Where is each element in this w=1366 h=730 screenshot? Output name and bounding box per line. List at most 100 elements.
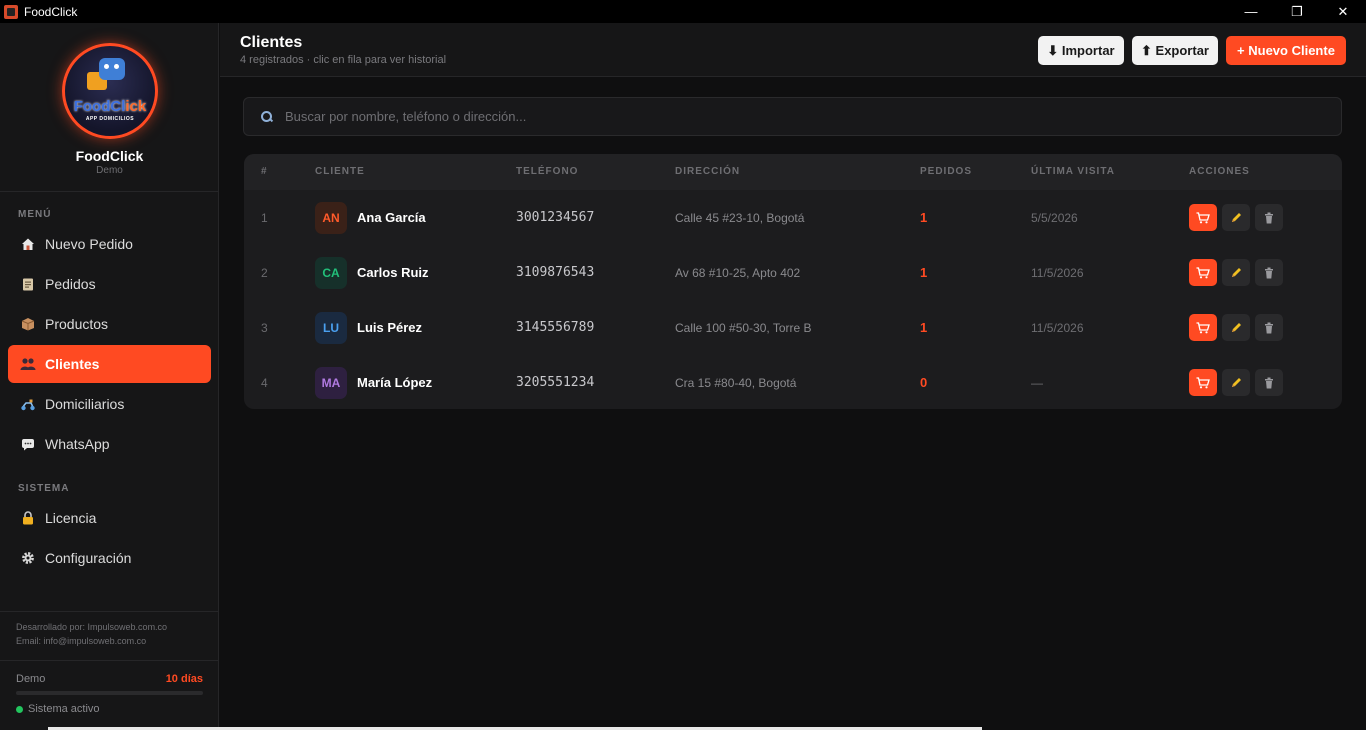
system-status: Sistema activo — [16, 703, 100, 715]
table-row[interactable]: 1 AN Ana García 3001234567 Calle 45 #23-10, … — [244, 190, 1342, 245]
client-phone: 3109876543 — [516, 265, 595, 280]
box-icon — [20, 316, 36, 332]
delete-button[interactable] — [1255, 259, 1283, 286]
sidebar-item-whatsapp[interactable]: WhatsApp — [8, 425, 211, 463]
row-actions — [1189, 300, 1288, 355]
trash-icon — [1263, 322, 1275, 334]
close-button[interactable]: ✕ — [1320, 0, 1366, 23]
client-phone: 3145556789 — [516, 320, 595, 335]
cart-icon — [1196, 266, 1210, 279]
client-address: Cra 15 #80-40, Bogotá — [675, 375, 797, 390]
client-name: Carlos Ruiz — [357, 265, 429, 280]
delete-button[interactable] — [1255, 369, 1283, 396]
sidebar-item-pedidos[interactable]: Pedidos — [8, 265, 211, 303]
developer-info: Desarrollado por: Impulsoweb.com.co Emai… — [16, 620, 167, 648]
new-order-button[interactable] — [1189, 259, 1217, 286]
avatar: MA — [315, 366, 347, 399]
client-cell: CA Carlos Ruiz — [315, 245, 429, 300]
days-remaining: 10 días — [165, 673, 203, 685]
app-icon — [4, 4, 18, 19]
row-number: 3 — [261, 320, 268, 335]
minimize-button[interactable]: — — [1228, 0, 1274, 23]
sidebar-item-licencia[interactable]: Licencia — [8, 499, 211, 537]
row-actions — [1189, 355, 1288, 409]
client-address: Av 68 #10-25, Apto 402 — [675, 265, 801, 280]
table-row[interactable]: 3 LU Luis Pérez 3145556789 Calle 100 #50-30,… — [244, 300, 1342, 355]
client-cell: LU Luis Pérez — [315, 300, 422, 355]
table-row[interactable]: 4 MA María López 3205551234 Cra 15 #80-40, B… — [244, 355, 1342, 409]
table-row[interactable]: 2 CA Carlos Ruiz 3109876543 Av 68 #10-25, Ap… — [244, 245, 1342, 300]
edit-button[interactable] — [1222, 204, 1250, 231]
logo-text: FoodClick — [73, 98, 147, 115]
last-visit: — — [1031, 375, 1043, 390]
page-title: Clientes — [240, 34, 303, 51]
search-input[interactable] — [285, 109, 1341, 124]
client-phone: 3205551234 — [516, 375, 595, 390]
new-order-button[interactable] — [1189, 314, 1217, 341]
clients-table: # CLIENTE TELÉFONO DIRECCIÓN PEDIDOS ÚLT… — [244, 154, 1342, 409]
developer-credit: Desarrollado por: Impulsoweb.com.co — [16, 622, 168, 632]
client-address: Calle 100 #50-30, Torre B — [675, 320, 812, 335]
new-client-button[interactable]: + Nuevo Cliente — [1226, 36, 1346, 65]
new-order-button[interactable] — [1189, 204, 1217, 231]
status-dot-icon — [16, 705, 23, 713]
sidebar-item-nuevo-pedido[interactable]: Nuevo Pedido — [8, 225, 211, 263]
sidebar-item-configuracion[interactable]: Configuración — [8, 539, 211, 577]
edit-button[interactable] — [1222, 369, 1250, 396]
sidebar-item-domiciliarios[interactable]: Domiciliarios — [8, 385, 211, 423]
client-cell: AN Ana García — [315, 190, 426, 245]
title-bar: FoodClick — ❐ ✕ — [0, 0, 1366, 23]
sidebar-item-label: Clientes — [45, 356, 100, 372]
search-icon — [260, 110, 274, 124]
logo-subtitle: APP DOMICILIOS — [85, 116, 135, 122]
sidebar: FoodClick APP DOMICILIOS FoodClick Demo … — [0, 23, 219, 730]
last-visit: 5/5/2026 — [1031, 210, 1078, 225]
avatar: LU — [315, 311, 347, 344]
order-count: 1 — [920, 210, 928, 225]
table-header: # CLIENTE TELÉFONO DIRECCIÓN PEDIDOS ÚLT… — [244, 154, 1342, 190]
sidebar-item-label: Productos — [45, 316, 109, 332]
cart-icon — [1196, 211, 1210, 224]
order-count: 1 — [920, 320, 928, 335]
scooter-icon — [20, 396, 36, 412]
edit-button[interactable] — [1222, 314, 1250, 341]
avatar: CA — [315, 256, 347, 289]
brand-logo: FoodClick APP DOMICILIOS — [62, 43, 158, 139]
system-section-title: SISTEMA — [18, 483, 70, 494]
avatar: AN — [315, 201, 347, 234]
status-text: Sistema activo — [28, 703, 100, 715]
last-visit: 11/5/2026 — [1031, 265, 1084, 280]
row-number: 2 — [261, 265, 268, 280]
brand-subtitle: Demo — [96, 165, 123, 176]
sidebar-item-clientes[interactable]: Clientes — [8, 345, 211, 383]
sidebar-item-productos[interactable]: Productos — [8, 305, 211, 343]
robot-icon — [99, 58, 125, 80]
new-order-button[interactable] — [1189, 369, 1217, 396]
chat-icon — [20, 436, 36, 452]
client-address: Calle 45 #23-10, Bogotá — [675, 210, 805, 225]
home-icon — [20, 236, 36, 252]
delete-button[interactable] — [1255, 204, 1283, 231]
client-cell: MA María López — [315, 355, 432, 409]
client-phone: 3001234567 — [516, 210, 595, 225]
license-progress-bar — [16, 691, 203, 695]
pencil-icon — [1230, 212, 1242, 224]
maximize-button[interactable]: ❐ — [1274, 0, 1320, 23]
sidebar-item-label: WhatsApp — [45, 436, 110, 452]
developer-email: Email: info@impulsoweb.com.co — [16, 636, 147, 646]
sidebar-item-label: Nuevo Pedido — [45, 236, 133, 252]
lock-icon — [20, 510, 36, 526]
import-button[interactable]: ⬇ Importar — [1038, 36, 1124, 65]
trash-icon — [1263, 267, 1275, 279]
cart-icon — [1196, 321, 1210, 334]
license-status: Demo 10 días — [16, 673, 203, 685]
delete-button[interactable] — [1255, 314, 1283, 341]
column-header: ACCIONES — [1189, 166, 1250, 177]
menu-section-title: MENÚ — [18, 209, 52, 220]
export-button[interactable]: ⬆ Exportar — [1132, 36, 1218, 65]
edit-button[interactable] — [1222, 259, 1250, 286]
pencil-icon — [1230, 267, 1242, 279]
main-content: Clientes 4 registrados · clic en fila pa… — [220, 23, 1366, 730]
clipboard-icon — [20, 276, 36, 292]
cart-icon — [1196, 376, 1210, 389]
